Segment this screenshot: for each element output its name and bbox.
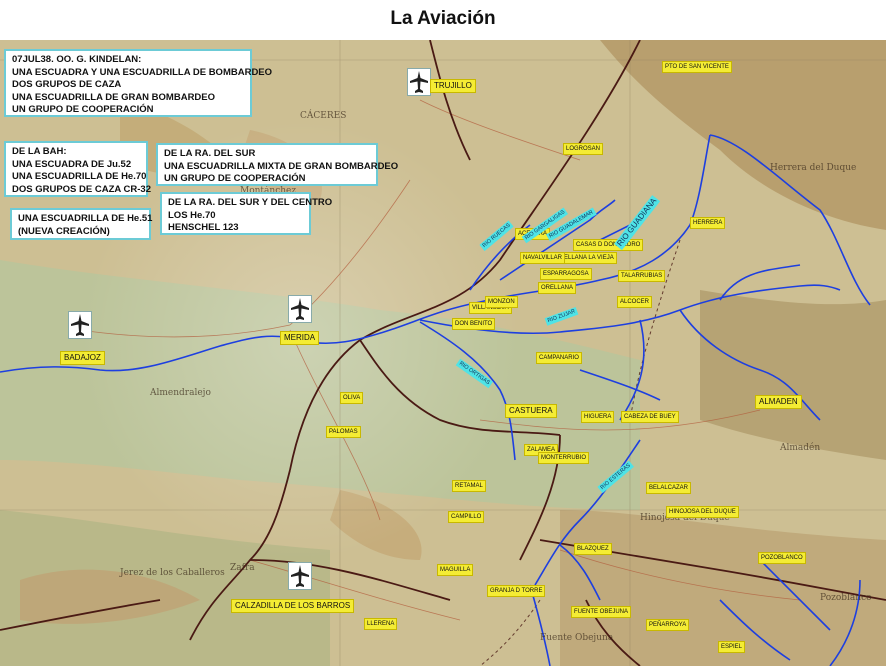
town-label-trujillo: TRUJILLO: [430, 79, 476, 93]
town-label-calzadilla: CALZADILLA DE LOS BARROS: [231, 599, 355, 613]
town-label-palomas: PALOMAS: [326, 426, 361, 438]
town-label-llerena: LLERENA: [364, 618, 398, 630]
town-label-esparragosa: ESPARRAGOSA: [540, 268, 592, 280]
svg-text:Zafra: Zafra: [230, 563, 255, 573]
kindelan-line: UNA ESCUADRILLA DE GRAN BOMBARDEO: [12, 91, 216, 103]
kindelan-line: UN GRUPO DE COOPERACIÓN: [12, 104, 154, 115]
bah-line: UNA ESCUADRA DE Ju.52: [12, 158, 132, 170]
svg-text:Almendralejo: Almendralejo: [149, 388, 211, 398]
town-label-orellana: ORELLANA: [538, 282, 577, 294]
ra-centro-line: LOS He.70: [168, 209, 216, 221]
map-title: La Aviación: [390, 8, 496, 29]
town-label-campillo: CAMPILLO: [448, 511, 485, 523]
town-label-blazquez: BLAZQUEZ: [574, 543, 612, 555]
svg-text:Pozoblanco: Pozoblanco: [820, 593, 872, 603]
town-label-fuente-obejuna: FUENTE OBEJUNA: [571, 606, 632, 618]
ra-sur-line: UN GRUPO DE COOPERACIÓN: [164, 173, 306, 184]
town-label-talarrubias: TALARRUBIAS: [618, 270, 666, 282]
town-label-granja-torre: GRANJA D TORRE: [487, 585, 546, 597]
bah-line: DE LA BAH:: [12, 146, 67, 157]
svg-text:CÁCERES: CÁCERES: [300, 109, 346, 121]
ra-sur-line: UNA ESCUADRILLA MIXTA DE GRAN BOMBARDEO: [164, 160, 399, 172]
town-label-don-benito: DON BENITO: [452, 318, 496, 330]
town-label-campanario: CAMPANARIO: [536, 352, 582, 364]
svg-text:Herrera del Duque: Herrera del Duque: [770, 163, 856, 173]
bah-line: DOS GRUPOS DE CAZA CR-32: [12, 183, 151, 195]
town-label-herrera: HERRERA: [690, 217, 726, 229]
town-label-pozoblanco: POZOBLANCO: [758, 552, 806, 564]
kindelan-line: UNA ESCUADRA Y UNA ESCUADRILLA DE BOMBAR…: [12, 66, 273, 78]
ra-centro-line: DE LA RA. DEL SUR Y DEL CENTRO: [168, 197, 333, 208]
ra-centro-info-box: DE LA RA. DEL SUR Y DEL CENTRO LOS He.70…: [160, 192, 333, 235]
airplane-icon: [407, 68, 431, 96]
kindelan-line: 07JUL38. OO. G. KINDELAN:: [12, 54, 142, 65]
kindelan-line: DOS GRUPOS DE CAZA: [12, 79, 122, 90]
town-label-merida: MERIDA: [280, 331, 320, 345]
town-label-penarroya: PEÑARROYA: [646, 619, 690, 631]
svg-text:Fuente Obejuna: Fuente Obejuna: [540, 633, 614, 643]
ra-sur-line: DE LA RA. DEL SUR: [164, 148, 256, 159]
town-label-monzon: MONZON: [485, 296, 518, 308]
town-label-navalvillar: NAVALVILLAR: [520, 252, 566, 264]
svg-text:Jerez de los Caballeros: Jerez de los Caballeros: [119, 568, 225, 578]
town-label-cabeza-buey: CABEZA DE BUEY: [621, 411, 679, 423]
bah-info-box: DE LA BAH: UNA ESCUADRA DE Ju.52 UNA ESC…: [4, 141, 151, 197]
svg-text:Almadén: Almadén: [779, 442, 820, 453]
he51-line: (NUEVA CREACIÓN): [18, 225, 110, 237]
town-label-alcocer: ALCOCER: [617, 296, 653, 308]
town-label-oliva: OLIVA: [340, 392, 364, 404]
he51-line: UNA ESCUADRILLA DE He.51: [18, 213, 153, 224]
town-label-monterrubio: MONTERRUBIO: [538, 452, 589, 464]
town-label-belalcazar: BELALCAZAR: [646, 482, 692, 494]
town-label-badajoz: BADAJOZ: [60, 351, 105, 365]
kindelan-info-box: 07JUL38. OO. G. KINDELAN: UNA ESCUADRA Y…: [4, 49, 273, 117]
town-label-pto-san-vicente: PTO DE SAN VICENTE: [662, 61, 732, 73]
ra-sur-info-box: DE LA RA. DEL SUR UNA ESCUADRILLA MIXTA …: [156, 143, 399, 186]
airplane-icon: [288, 295, 312, 323]
town-label-maguilla: MAGUILLA: [437, 564, 474, 576]
town-label-hinojosa: HINOJOSA DEL DUQUE: [666, 506, 739, 518]
town-label-higuera: HIGUERA: [581, 411, 615, 423]
he51-info-box: UNA ESCUADRILLA DE He.51 (NUEVA CREACIÓN…: [10, 208, 153, 240]
town-label-castuera: CASTUERA: [505, 404, 557, 418]
town-label-retamal: RETAMAL: [452, 480, 486, 492]
ra-centro-line: HENSCHEL 123: [168, 222, 239, 233]
town-label-casas-don-pedro: CASAS D DON PEDRO: [573, 239, 644, 251]
airplane-icon: [288, 562, 312, 590]
bah-line: UNA ESCUADRILLA DE He.70: [12, 171, 147, 182]
town-label-espiel: ESPIEL: [718, 641, 746, 653]
airplane-icon: [68, 311, 92, 339]
town-label-almaden: ALMADEN: [755, 395, 802, 409]
town-label-logrosan: LOGROSAN: [563, 143, 604, 155]
